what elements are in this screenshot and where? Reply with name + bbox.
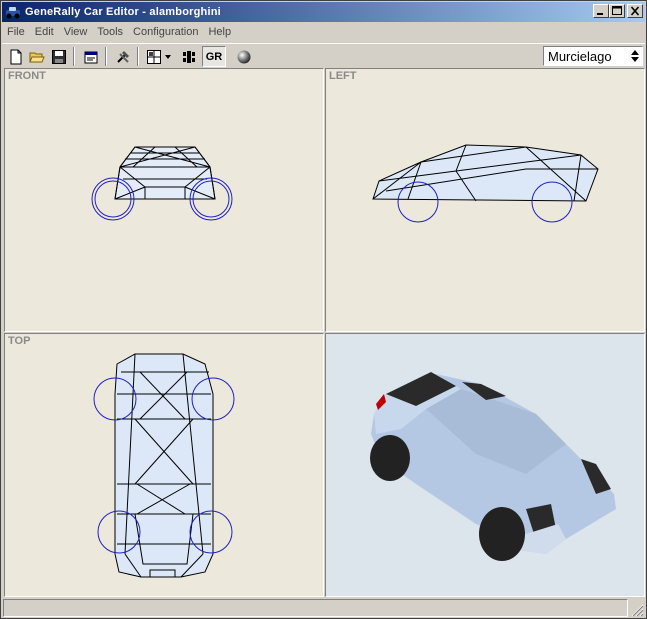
dropdown-arrow-icon bbox=[165, 54, 171, 59]
menu-bar: File Edit View Tools Configuration Help bbox=[2, 23, 645, 42]
toolbar-separator bbox=[137, 47, 139, 66]
save-disk-icon bbox=[51, 49, 66, 64]
toolbar: GR Murcielago bbox=[2, 43, 645, 68]
front-wireframe bbox=[91, 146, 233, 221]
hammer-wrench-icon bbox=[116, 50, 129, 63]
app-window: GeneRally Car Editor - alamborghini File… bbox=[0, 0, 647, 619]
sphere-icon bbox=[237, 50, 250, 63]
perspective-viewport[interactable] bbox=[325, 333, 645, 597]
toolbar-separator bbox=[105, 47, 107, 66]
new-button[interactable] bbox=[5, 46, 26, 67]
car-select[interactable]: Murcielago bbox=[543, 46, 643, 66]
layout-grid-icon bbox=[146, 49, 161, 64]
close-icon bbox=[630, 6, 640, 16]
toolbar-separator bbox=[73, 47, 75, 66]
app-icon bbox=[5, 4, 21, 20]
wheels-button[interactable] bbox=[178, 46, 199, 67]
gr-label: GR bbox=[205, 50, 223, 63]
top-wireframe bbox=[93, 353, 235, 578]
top-viewport[interactable]: TOP bbox=[4, 333, 324, 597]
menu-help[interactable]: Help bbox=[203, 23, 236, 42]
open-folder-icon bbox=[28, 52, 45, 62]
layout-dropdown-button[interactable] bbox=[162, 46, 174, 67]
front-viewport[interactable]: FRONT bbox=[4, 68, 324, 332]
window-title: GeneRally Car Editor - alamborghini bbox=[25, 6, 221, 18]
save-button[interactable] bbox=[48, 46, 69, 67]
open-button[interactable] bbox=[26, 46, 47, 67]
car-3d-render bbox=[370, 372, 616, 561]
new-file-icon bbox=[10, 49, 21, 64]
left-wireframe bbox=[372, 144, 599, 223]
properties-icon bbox=[84, 51, 97, 63]
menu-edit[interactable]: Edit bbox=[30, 23, 59, 42]
status-pane bbox=[3, 599, 628, 617]
minimize-button[interactable] bbox=[593, 4, 609, 18]
close-button[interactable] bbox=[627, 4, 643, 18]
menu-file[interactable]: File bbox=[2, 23, 30, 42]
menu-view[interactable]: View bbox=[59, 23, 93, 42]
status-bar bbox=[3, 599, 644, 617]
menu-configuration[interactable]: Configuration bbox=[128, 23, 203, 42]
layout-button[interactable] bbox=[143, 46, 164, 67]
spinner-arrows-icon[interactable] bbox=[628, 47, 642, 65]
car-select-value: Murcielago bbox=[548, 48, 612, 64]
title-bar[interactable]: GeneRally Car Editor - alamborghini bbox=[2, 2, 645, 22]
resize-grip-icon[interactable] bbox=[630, 603, 644, 617]
minimize-icon bbox=[597, 13, 603, 15]
maximize-icon bbox=[612, 6, 622, 15]
render-button[interactable] bbox=[233, 46, 254, 67]
tools-button[interactable] bbox=[112, 46, 133, 67]
maximize-button[interactable] bbox=[609, 4, 625, 18]
left-viewport[interactable]: LEFT bbox=[325, 68, 645, 332]
chassis-icon bbox=[182, 50, 195, 63]
properties-button[interactable] bbox=[80, 46, 101, 67]
menu-tools[interactable]: Tools bbox=[92, 23, 128, 42]
gr-toggle-button[interactable]: GR bbox=[202, 46, 226, 67]
